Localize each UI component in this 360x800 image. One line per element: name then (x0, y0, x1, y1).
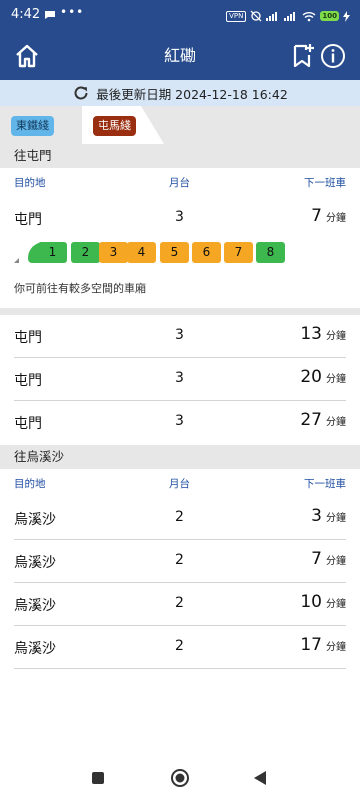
car-4: 4 (127, 242, 156, 263)
last-updated-text: 最後更新日期 2024-12-18 16:42 (96, 86, 288, 102)
car-3: 3 (99, 242, 128, 263)
tab-tuen-ma-line[interactable]: 屯馬綫 (93, 116, 136, 136)
car-7: 7 (224, 242, 253, 263)
platform: 2 (175, 509, 184, 525)
platform: 2 (175, 595, 184, 611)
home-nav-icon[interactable] (170, 768, 190, 788)
eta-unit: 分鐘 (326, 331, 346, 342)
battery-indicator: 100 (320, 11, 339, 21)
eta-unit: 分鐘 (326, 599, 346, 610)
chat-notification-icon (45, 11, 55, 19)
car-6: 6 (192, 242, 221, 263)
col-next-train: 下一班車 (304, 177, 346, 189)
eta-minutes: 7 (311, 549, 322, 569)
recent-apps-icon[interactable] (91, 771, 105, 785)
column-headers: 目的地 月台 下一班車 (0, 473, 360, 493)
destination: 烏溪沙 (14, 598, 56, 614)
eta-unit: 分鐘 (326, 556, 346, 567)
train-row[interactable]: 屯門 3 13 分鐘 (14, 315, 346, 358)
eta-unit: 分鐘 (326, 513, 346, 524)
eta: 7 分鐘 (311, 549, 346, 569)
train-row[interactable]: 烏溪沙 2 7 分鐘 (14, 540, 346, 583)
home-icon[interactable] (13, 42, 41, 70)
eta: 7 分鐘 (311, 206, 346, 226)
col-next-train: 下一班車 (304, 478, 346, 490)
wifi-icon (302, 11, 316, 21)
status-icons: VPN 100 (226, 9, 350, 23)
train-row[interactable]: 屯門 3 27 分鐘 (14, 401, 346, 444)
eta-unit: 分鐘 (326, 417, 346, 428)
car-2: 2 (71, 242, 100, 263)
eta-minutes: 13 (300, 324, 322, 344)
line-tabs: 東鐵綫 屯馬綫 (0, 106, 360, 144)
eta-minutes: 3 (311, 506, 322, 526)
eta: 10 分鐘 (300, 592, 346, 612)
eta-minutes: 27 (300, 410, 322, 430)
destination: 烏溪沙 (14, 555, 56, 571)
train-car-occupancy: 1 2 3 4 5 6 7 8 (14, 242, 314, 264)
destination: 烏溪沙 (14, 641, 56, 657)
signal-2-icon (284, 12, 296, 21)
more-notifications-icon: ••• (60, 5, 85, 19)
car-1: 1 (38, 242, 67, 263)
eta-minutes: 7 (311, 206, 322, 226)
car-8: 8 (256, 242, 285, 263)
back-icon[interactable] (253, 770, 267, 786)
eta-minutes: 20 (300, 367, 322, 387)
bookmark-add-icon[interactable] (290, 43, 316, 69)
car-occupancy-note: 你可前往有較多空間的車廂 (14, 282, 146, 295)
divider (0, 308, 360, 315)
col-platform: 月台 (169, 177, 190, 189)
refresh-icon[interactable] (72, 84, 90, 102)
app-header: 紅磡 (0, 32, 360, 80)
destination: 屯門 (14, 373, 42, 389)
platform: 3 (175, 413, 184, 429)
status-time: 4:42 (11, 7, 41, 22)
destination: 屯門 (14, 416, 42, 432)
destination: 烏溪沙 (14, 512, 56, 528)
platform: 2 (175, 552, 184, 568)
signal-icon (266, 12, 278, 21)
eta: 27 分鐘 (300, 410, 346, 430)
status-bar: 4:42 ••• VPN 100 (0, 0, 360, 32)
system-nav-bar (0, 758, 360, 800)
platform: 3 (175, 209, 184, 225)
train-row[interactable]: 屯門 3 20 分鐘 (14, 358, 346, 401)
eta-unit: 分鐘 (326, 374, 346, 385)
direction-arrow-icon (14, 258, 19, 263)
eta-unit: 分鐘 (326, 213, 346, 224)
last-updated-bar[interactable]: 最後更新日期 2024-12-18 16:42 (0, 80, 360, 106)
train-row[interactable]: 烏溪沙 2 3 分鐘 (14, 497, 346, 540)
train-row[interactable]: 烏溪沙 2 17 分鐘 (14, 626, 346, 669)
eta-minutes: 10 (300, 592, 322, 612)
platform: 3 (175, 327, 184, 343)
eta: 13 分鐘 (300, 324, 346, 344)
train-row[interactable]: 屯門 3 7 分鐘 (14, 197, 346, 240)
app-screen: 4:42 ••• VPN 100 紅磡 最後更新日期 2024-12-18 16… (0, 0, 360, 800)
tab-east-rail-line[interactable]: 東鐵綫 (11, 116, 54, 136)
col-platform: 月台 (169, 478, 190, 490)
col-destination: 目的地 (14, 177, 46, 189)
platform: 2 (175, 638, 184, 654)
car-5: 5 (160, 242, 189, 263)
eta: 3 分鐘 (311, 506, 346, 526)
eta-minutes: 17 (300, 635, 322, 655)
destination: 屯門 (14, 212, 42, 228)
vpn-badge: VPN (226, 10, 247, 22)
eta: 17 分鐘 (300, 635, 346, 655)
destination: 屯門 (14, 330, 42, 346)
col-destination: 目的地 (14, 478, 46, 490)
direction-header-wu-kai-sha: 往烏溪沙 (0, 445, 360, 469)
eta-unit: 分鐘 (326, 642, 346, 653)
train-row[interactable]: 烏溪沙 2 10 分鐘 (14, 583, 346, 626)
column-headers: 目的地 月台 下一班車 (0, 172, 360, 192)
charging-icon (343, 10, 350, 22)
direction-header-tuen-mun: 往屯門 (0, 144, 360, 168)
info-icon[interactable] (320, 43, 346, 69)
eta: 20 分鐘 (300, 367, 346, 387)
alarm-off-icon (250, 10, 262, 22)
platform: 3 (175, 370, 184, 386)
